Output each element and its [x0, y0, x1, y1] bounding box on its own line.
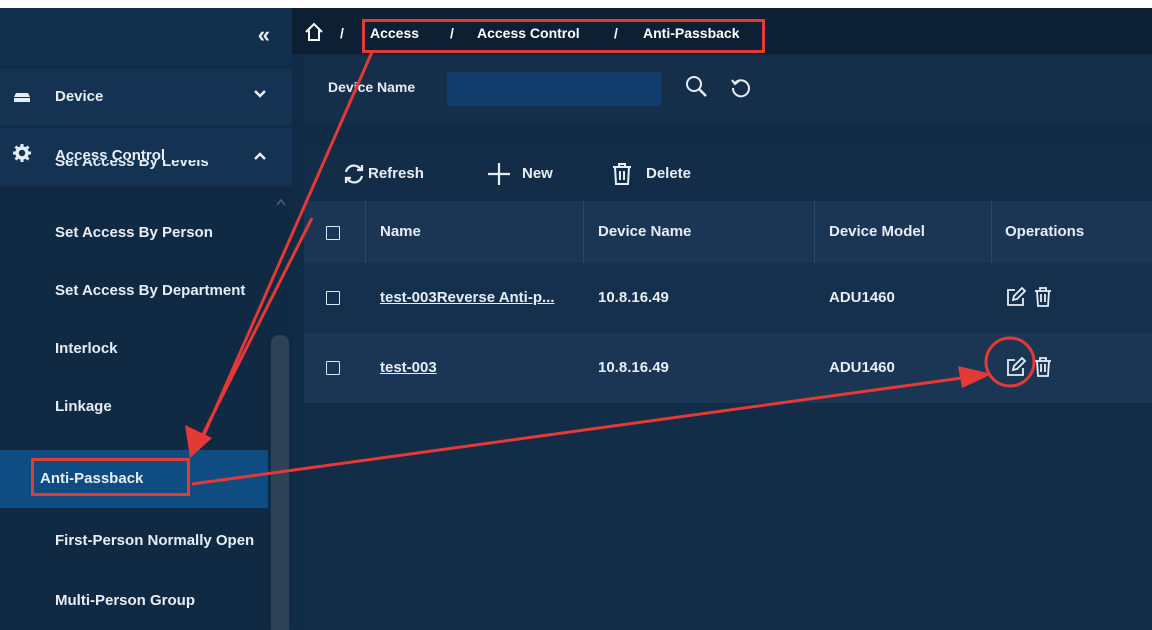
table-panel: Refresh New Delete Name Device Name Devi… [304, 146, 1152, 630]
delete-button[interactable]: Delete [610, 162, 700, 186]
trash-icon[interactable] [1033, 357, 1053, 377]
sidebar-item-label: First-Person Normally Open [55, 532, 255, 549]
breadcrumb-separator: / [340, 25, 344, 41]
access-control-submenu: Set Access By Levels Set Access By Perso… [0, 160, 292, 630]
trash-icon [613, 163, 631, 185]
device-name-filter-label: Device Name [328, 79, 416, 95]
sidebar-item-interlock[interactable]: Interlock [0, 320, 268, 378]
sidebar-item-set-access-by-department[interactable]: Set Access By Department [0, 262, 268, 320]
sidebar-item-multi-person-group[interactable]: Multi-Person Group [0, 572, 268, 630]
column-header-name[interactable]: Name [380, 223, 421, 240]
new-button-label: New [522, 165, 553, 182]
table-row: test-003Reverse Anti-p... 10.8.16.49 ADU… [304, 263, 1152, 333]
column-divider [583, 201, 584, 263]
sidebar-item-first-person-normally-open[interactable]: First-Person Normally Open [0, 512, 268, 570]
sidebar: « Device Access Control Set Access By Le… [0, 8, 292, 630]
delete-button-label: Delete [646, 165, 692, 182]
menu-device[interactable]: Device [0, 68, 292, 126]
row-device-model: ADU1460 [829, 359, 895, 376]
column-header-operations: Operations [1005, 223, 1085, 240]
sidebar-item-label: Linkage [55, 398, 112, 415]
filter-bar: Device Name [304, 56, 1152, 124]
column-divider [991, 201, 992, 263]
sidebar-item-label: Interlock [55, 340, 118, 357]
sidebar-scrollbar[interactable] [271, 335, 289, 630]
double-chevron-left-icon[interactable]: « [258, 22, 270, 48]
plus-icon [488, 163, 510, 185]
refresh-button-label: Refresh [368, 165, 424, 182]
row-device-name: 10.8.16.49 [598, 289, 669, 306]
row-device-name: 10.8.16.49 [598, 359, 669, 376]
column-header-device-model[interactable]: Device Model [829, 223, 925, 240]
device-icon [14, 93, 30, 102]
select-all-checkbox[interactable] [326, 226, 340, 240]
menu-device-label: Device [55, 88, 104, 105]
reset-icon[interactable] [730, 76, 752, 98]
sidebar-item-label: Set Access By Person [55, 224, 213, 241]
sidebar-item-set-access-by-person[interactable]: Set Access By Person [0, 204, 268, 262]
chevron-down-icon [254, 90, 266, 98]
edit-icon[interactable] [1006, 357, 1026, 377]
refresh-icon [344, 164, 364, 184]
new-button[interactable]: New [487, 162, 567, 186]
device-name-input[interactable] [447, 72, 661, 106]
row-checkbox[interactable] [326, 291, 340, 305]
table-row: test-003 10.8.16.49 ADU1460 [304, 333, 1152, 403]
column-divider [814, 201, 815, 263]
row-name-link[interactable]: test-003Reverse Anti-p... [380, 289, 555, 306]
row-checkbox[interactable] [326, 361, 340, 375]
sidebar-collapse-bar[interactable]: « [0, 8, 292, 66]
trash-icon[interactable] [1033, 287, 1053, 307]
home-icon[interactable] [304, 22, 324, 42]
row-name-link[interactable]: test-003 [380, 359, 437, 376]
column-divider [365, 201, 366, 263]
sidebar-item-label: Multi-Person Group [55, 592, 195, 609]
sidebar-item-set-access-by-levels[interactable]: Set Access By Levels [0, 160, 268, 180]
search-icon[interactable] [684, 74, 708, 98]
main-content: / Access / Access Control / Anti-Passbac… [292, 8, 1152, 630]
refresh-button[interactable]: Refresh [342, 162, 442, 186]
sidebar-item-label: Set Access By Levels [55, 160, 209, 170]
row-device-model: ADU1460 [829, 289, 895, 306]
annotation-anti-passback-highlight [31, 458, 190, 496]
annotation-breadcrumb-highlight [362, 19, 765, 53]
table-header: Name Device Name Device Model Operations [304, 201, 1152, 263]
edit-icon[interactable] [1006, 287, 1026, 307]
scroll-up-icon[interactable] [276, 198, 286, 206]
sidebar-item-label: Set Access By Department [55, 282, 246, 299]
column-header-device-name[interactable]: Device Name [598, 223, 691, 240]
sidebar-item-linkage[interactable]: Linkage [0, 378, 268, 436]
